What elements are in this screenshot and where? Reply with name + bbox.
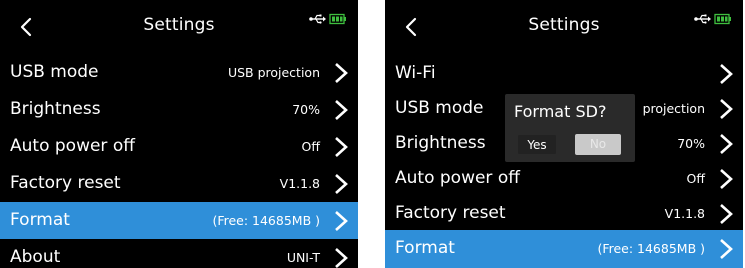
row-label: Brightness: [10, 99, 101, 119]
row-label: About: [10, 247, 61, 267]
chevron-right-icon: [720, 134, 733, 154]
usb-icon: [309, 14, 326, 24]
dialog-title: Format SD?: [514, 102, 607, 121]
row-value: Off: [686, 171, 705, 186]
row-label: USB mode: [10, 62, 99, 82]
settings-screen-left: Settings USB mode USB projection Brightn…: [0, 0, 358, 268]
chevron-right-icon: [720, 99, 733, 119]
row-format[interactable]: Format (Free: 14685MB ): [385, 230, 743, 268]
row-value: Off: [301, 139, 320, 154]
row-factory-reset[interactable]: Factory reset V1.1.8: [0, 165, 358, 202]
chevron-right-icon: [720, 64, 733, 84]
chevron-right-icon: [720, 204, 733, 224]
row-auto-power-off[interactable]: Auto power off Off: [385, 160, 743, 195]
row-usb-mode[interactable]: USB mode USB projection: [0, 54, 358, 91]
row-label: Factory reset: [395, 203, 506, 223]
row-value: (Free: 14685MB ): [212, 213, 320, 228]
row-value: UNI-T: [286, 250, 320, 265]
battery-icon: [714, 13, 731, 25]
row-value: 70%: [677, 136, 705, 151]
page-title: Settings: [143, 15, 215, 35]
row-label: Auto power off: [10, 136, 135, 156]
row-label: Format: [395, 238, 455, 258]
no-button[interactable]: No: [575, 134, 621, 155]
row-label: USB mode: [395, 98, 484, 118]
row-wifi[interactable]: Wi-Fi: [385, 55, 743, 90]
usb-battery-status-icons: [694, 13, 731, 25]
header: Settings: [0, 0, 358, 54]
row-format[interactable]: Format (Free: 14685MB ): [0, 202, 358, 239]
chevron-right-icon: [335, 137, 348, 157]
chevron-right-icon: [720, 169, 733, 189]
row-auto-power-off[interactable]: Auto power off Off: [0, 128, 358, 165]
row-label: Auto power off: [395, 168, 520, 188]
header: Settings: [385, 0, 743, 54]
row-factory-reset[interactable]: Factory reset V1.1.8: [385, 195, 743, 230]
row-brightness[interactable]: Brightness 70%: [0, 91, 358, 128]
chevron-right-icon: [720, 239, 733, 259]
usb-icon: [694, 14, 711, 24]
page-title: Settings: [528, 15, 600, 35]
row-value: 70%: [292, 102, 320, 117]
battery-icon: [329, 13, 346, 25]
row-value: projection: [642, 101, 705, 116]
row-value: V1.1.8: [279, 176, 320, 191]
chevron-right-icon: [335, 100, 348, 120]
settings-screen-right: Settings Wi-Fi USB mode projection Brigh…: [385, 0, 743, 268]
chevron-right-icon: [335, 248, 348, 268]
chevron-right-icon: [335, 174, 348, 194]
row-label: Wi-Fi: [395, 63, 436, 83]
row-value: USB projection: [227, 65, 320, 80]
row-label: Factory reset: [10, 173, 121, 193]
row-value: (Free: 14685MB ): [597, 241, 705, 256]
settings-list: USB mode USB projection Brightness 70% A…: [0, 54, 358, 268]
row-label: Brightness: [395, 133, 486, 153]
yes-button[interactable]: Yes: [517, 134, 557, 155]
format-sd-dialog: Format SD? Yes No: [505, 94, 635, 162]
chevron-right-icon: [335, 63, 348, 83]
row-about[interactable]: About UNI-T: [0, 239, 358, 268]
usb-battery-status-icons: [309, 13, 346, 25]
row-label: Format: [10, 210, 70, 230]
chevron-right-icon: [335, 211, 348, 231]
row-value: V1.1.8: [664, 206, 705, 221]
